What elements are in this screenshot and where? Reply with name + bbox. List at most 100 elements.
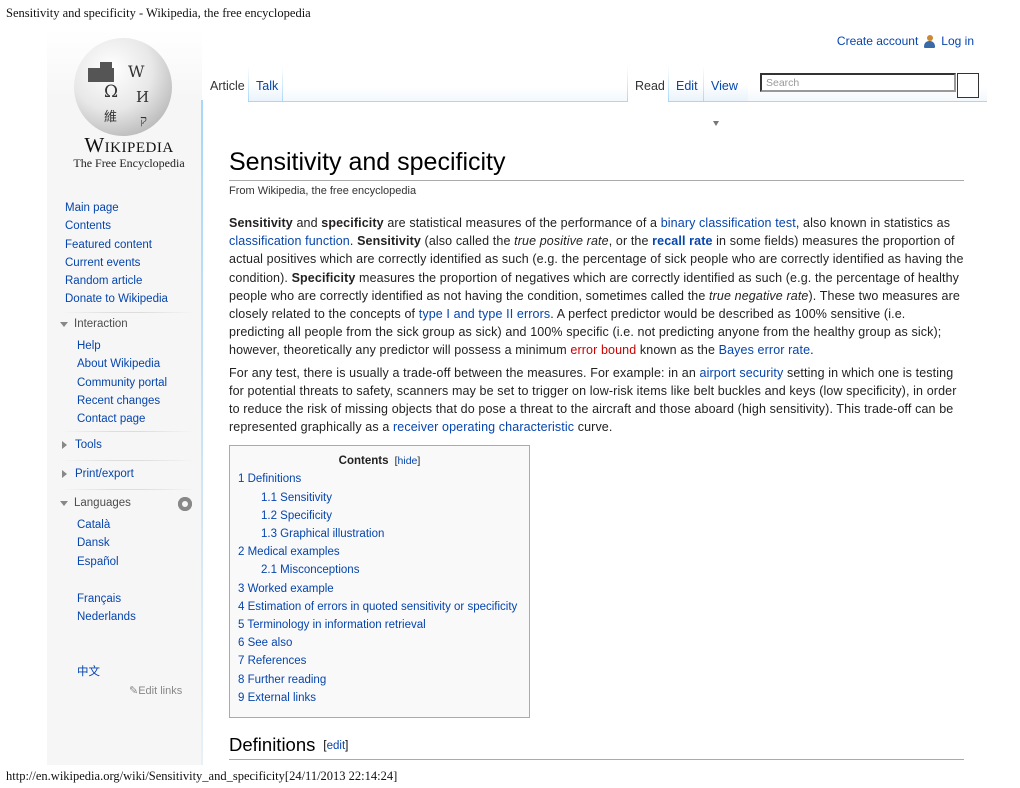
link-roc[interactable]: receiver operating characteristic bbox=[393, 420, 574, 434]
italic-term: true negative rate bbox=[709, 288, 809, 303]
text: and bbox=[292, 216, 322, 230]
tab-read[interactable]: Read bbox=[628, 66, 668, 102]
link-classification-function[interactable]: classification function bbox=[229, 234, 350, 248]
bold-term: specificity bbox=[321, 216, 384, 230]
toc-item[interactable]: 1.1 Sensitivity bbox=[238, 489, 521, 507]
toc-item[interactable]: 1.3 Graphical illustration bbox=[238, 525, 521, 543]
tab-view-label: View bbox=[711, 79, 738, 93]
toc-item[interactable]: 3 Worked example bbox=[238, 580, 521, 598]
print-url-footer: http://en.wikipedia.org/wiki/Sensitivity… bbox=[6, 769, 398, 783]
site-subtitle: From Wikipedia, the free encyclopedia bbox=[229, 185, 417, 197]
toc-item[interactable]: 1 Definitions bbox=[238, 470, 521, 488]
toc-item[interactable]: 9 External links bbox=[238, 689, 521, 707]
toc-title: Contents [hide] bbox=[338, 455, 421, 468]
text: curve. bbox=[574, 420, 613, 435]
collapse-arrow-icon bbox=[60, 321, 68, 327]
sidebar-item-recent-changes[interactable]: Recent changes bbox=[77, 392, 167, 410]
toc-item[interactable]: 6 See also bbox=[238, 634, 521, 652]
print-export-heading-label: Print/export bbox=[75, 468, 134, 480]
text: , or the bbox=[608, 234, 653, 249]
pencil-icon: ✎ bbox=[129, 685, 139, 697]
section-heading-definitions: Definitions [edit] bbox=[229, 732, 964, 761]
search-input[interactable] bbox=[760, 73, 956, 92]
globe-glyph: ק bbox=[140, 113, 147, 128]
languages-heading-label: Languages bbox=[74, 497, 131, 509]
interaction-list: Help About Wikipedia Community portal Re… bbox=[77, 337, 167, 428]
edit-links-button[interactable]: ✎Edit links bbox=[129, 684, 182, 697]
link-bayes-error-rate[interactable]: Bayes error rate bbox=[719, 343, 811, 357]
sidebar-item-random-article[interactable]: Random article bbox=[65, 272, 168, 290]
tools-heading[interactable]: Tools bbox=[60, 439, 102, 451]
language-chinese[interactable]: 中文 bbox=[77, 663, 100, 681]
puzzle-globe-icon: Ω W И 維 ק bbox=[74, 38, 172, 136]
sidebar-item-help[interactable]: Help bbox=[77, 337, 167, 355]
tools-heading-label: Tools bbox=[75, 439, 102, 451]
section-heading-label: Definitions bbox=[229, 734, 316, 756]
print-export-heading[interactable]: Print/export bbox=[60, 468, 134, 480]
sidebar-item-about[interactable]: About Wikipedia bbox=[77, 355, 167, 373]
link-recall-rate[interactable]: recall rate bbox=[652, 234, 712, 248]
redlink-error-bound[interactable]: error bound bbox=[570, 343, 636, 357]
edit-links-label: Edit links bbox=[138, 685, 183, 697]
sidebar-item-current-events[interactable]: Current events bbox=[65, 254, 168, 272]
languages-list-continued: Français Nederlands bbox=[77, 590, 136, 627]
expand-arrow-icon bbox=[62, 470, 67, 478]
toc-hide-toggle[interactable]: hide bbox=[398, 455, 418, 467]
toc-item[interactable]: 4 Estimation of errors in quoted sensiti… bbox=[238, 598, 521, 616]
sidebar-item-donate[interactable]: Donate to Wikipedia bbox=[65, 290, 168, 308]
log-in-link[interactable]: Log in bbox=[941, 34, 974, 48]
sidebar-item-contents[interactable]: Contents bbox=[65, 217, 168, 235]
toc-item[interactable]: 7 References bbox=[238, 652, 521, 670]
interaction-heading[interactable]: Interaction bbox=[60, 318, 128, 330]
language-espanol[interactable]: Español bbox=[77, 553, 119, 571]
globe-glyph: 維 bbox=[104, 110, 118, 125]
language-dansk[interactable]: Dansk bbox=[77, 534, 119, 552]
tab-article[interactable]: Article bbox=[203, 66, 248, 102]
sidebar-item-main-page[interactable]: Main page bbox=[65, 199, 168, 217]
toc-item[interactable]: 8 Further reading bbox=[238, 671, 521, 689]
tab-edit[interactable]: Edit bbox=[669, 66, 703, 102]
text: . bbox=[349, 234, 358, 249]
toc-item[interactable]: 1.2 Specificity bbox=[238, 507, 521, 525]
sidebar-item-contact-page[interactable]: Contact page bbox=[77, 410, 167, 428]
create-account-link[interactable]: Create account bbox=[837, 34, 918, 48]
language-francais[interactable]: Français bbox=[77, 590, 136, 608]
tab-bar-spacer bbox=[283, 66, 627, 102]
link-binary-classification[interactable]: binary classification test bbox=[661, 216, 796, 230]
section-edit-link[interactable]: edit bbox=[327, 740, 346, 752]
language-nederlands[interactable]: Nederlands bbox=[77, 608, 136, 626]
toc-item[interactable]: 2 Medical examples bbox=[238, 543, 521, 561]
bold-term: Specificity bbox=[291, 270, 356, 285]
tab-view-menu[interactable]: View bbox=[704, 66, 748, 126]
languages-heading[interactable]: Languages bbox=[60, 497, 131, 509]
italic-term: true positive rate bbox=[514, 234, 609, 249]
gear-icon[interactable] bbox=[178, 497, 192, 511]
expand-arrow-icon bbox=[62, 441, 67, 449]
language-catala[interactable]: Català bbox=[77, 516, 119, 534]
globe-glyph: Ω bbox=[104, 82, 119, 102]
section-edit: [edit] bbox=[323, 740, 349, 753]
toc-item[interactable]: 5 Terminology in information retrieval bbox=[238, 616, 521, 634]
link-airport-security[interactable]: airport security bbox=[700, 366, 784, 380]
user-icon bbox=[924, 34, 936, 48]
table-of-contents: Contents [hide] 1 Definitions 1.1 Sensit… bbox=[229, 445, 530, 719]
toc-item[interactable]: 2.1 Misconceptions bbox=[238, 561, 521, 579]
sidebar-item-community-portal[interactable]: Community portal bbox=[77, 374, 167, 392]
article-content: Sensitivity and specificity From Wikiped… bbox=[229, 140, 964, 761]
languages-list: Català Dansk Español bbox=[77, 516, 119, 571]
toc-title-label: Contents bbox=[338, 455, 389, 468]
sidebar-navigation: Main page Contents Featured content Curr… bbox=[65, 199, 168, 309]
link-type-errors[interactable]: type I and type II errors bbox=[419, 307, 551, 321]
wikipedia-logo[interactable]: Ω W И 維 ק Wikipedia The Free Encyclopedi… bbox=[56, 34, 196, 174]
text: , also known in statistics as bbox=[795, 216, 951, 230]
bold-term: Sensitivity bbox=[229, 216, 293, 230]
collapse-arrow-icon bbox=[60, 500, 68, 506]
personal-tools: Create account Log in bbox=[837, 34, 974, 48]
tab-talk[interactable]: Talk bbox=[249, 66, 282, 102]
languages-list-cjk: 中文 bbox=[77, 663, 100, 681]
search-button[interactable] bbox=[957, 73, 979, 98]
sidebar-divider bbox=[60, 489, 195, 490]
text: For any test, there is usually a trade-o… bbox=[229, 365, 700, 380]
sidebar-item-featured-content[interactable]: Featured content bbox=[65, 236, 168, 254]
sidebar-divider bbox=[60, 312, 195, 313]
